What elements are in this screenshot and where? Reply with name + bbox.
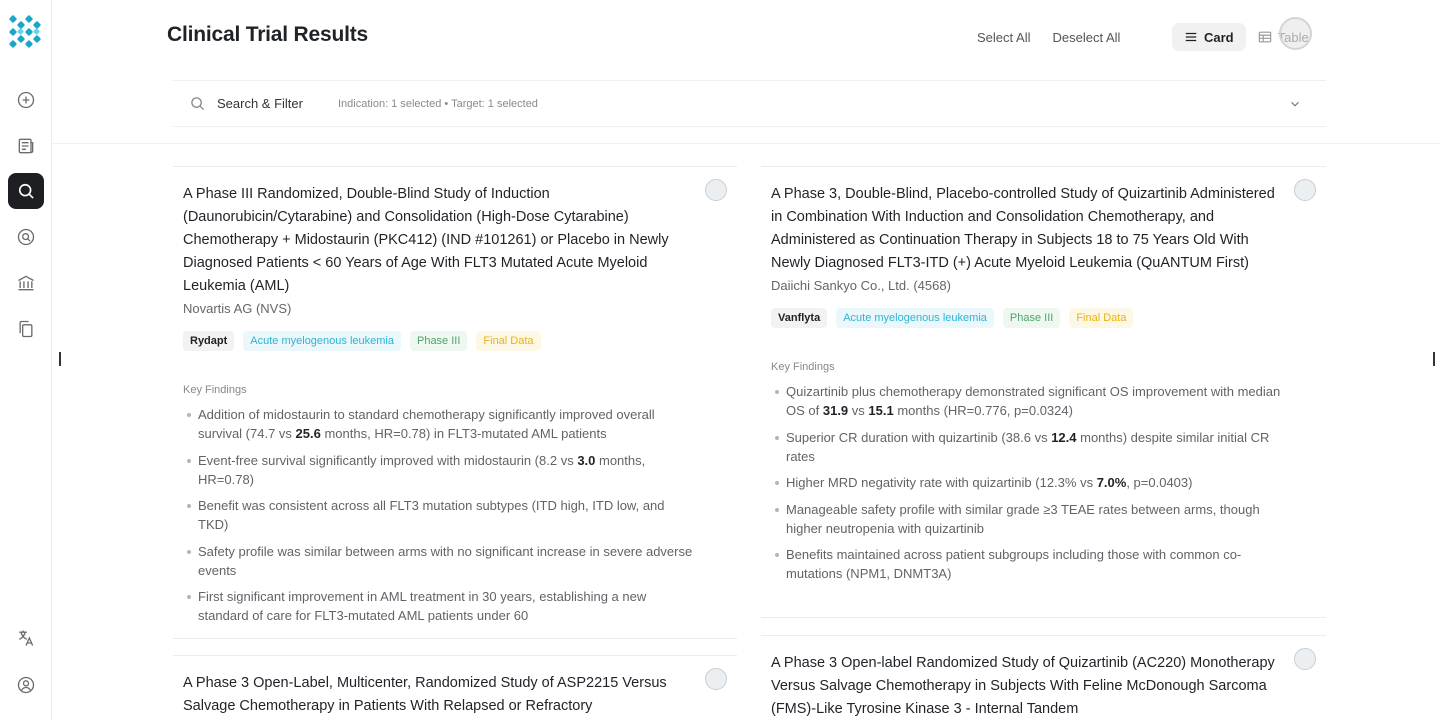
finding-item: Benefit was consistent across all FLT3 m… [183,496,693,534]
sidebar-item-new[interactable] [8,82,44,118]
trial-card[interactable]: A Phase 3 Open-label Randomized Study of… [761,635,1326,720]
trial-card[interactable]: A Phase 3, Double-Blind, Placebo-control… [761,166,1326,618]
key-findings-label: Key Findings [183,384,247,396]
sidebar-item-documents[interactable] [8,311,44,347]
header-divider [52,143,1440,144]
key-findings-label: Key Findings [771,361,835,373]
trial-title[interactable]: A Phase 3 Open-Label, Multicenter, Rando… [183,672,693,718]
trial-title[interactable]: A Phase 3 Open-label Randomized Study of… [771,652,1281,720]
finding-item: Quizartinib plus chemotherapy demonstrat… [771,382,1281,420]
indication-tag: Acute myelogenous leukemia [836,308,994,328]
status-tag: Final Data [1069,308,1134,328]
search-icon [18,183,34,199]
sidebar [0,0,52,720]
phase-tag: Phase III [409,331,468,351]
finding-item: Manageable safety profile with similar g… [771,500,1281,538]
finding-item: Event-free survival significantly improv… [183,451,693,489]
drug-tag: Rydapt [183,331,235,351]
filter-summary: Indication: 1 selected • Target: 1 selec… [337,97,538,110]
trial-title[interactable]: A Phase III Randomized, Double-Blind Stu… [183,183,693,298]
select-checkbox[interactable] [705,668,727,690]
trial-title[interactable]: A Phase 3, Double-Blind, Placebo-control… [771,183,1281,275]
sidebar-item-explore[interactable] [8,219,44,255]
select-all-button[interactable]: Select All [966,23,1041,51]
finding-item: Safety profile was similar between arms … [183,542,693,580]
trial-company: Daiichi Sankyo Co., Ltd. (4568) [771,278,951,293]
sidebar-item-institutions[interactable] [8,265,44,301]
finding-item: First significant improvement in AML tre… [183,587,693,625]
finding-item: Higher MRD negativity rate with quizarti… [771,473,1281,492]
deselect-all-button[interactable]: Deselect All [1041,23,1131,51]
news-icon [18,138,34,154]
search-filter-bar[interactable]: Search & Filter Indication: 1 selected •… [173,80,1326,127]
phase-tag: Phase III [1002,308,1061,328]
left-edge-marker [59,352,61,366]
translate-icon [19,630,34,646]
chevron-down-icon[interactable] [1288,97,1302,111]
user-icon [17,676,35,694]
selection-actions: Select All Deselect All [966,22,1131,52]
app-logo-icon[interactable] [9,14,43,48]
select-checkbox[interactable] [705,179,727,201]
sidebar-item-account[interactable] [8,667,44,703]
finding-item: Addition of midostaurin to standard chem… [183,405,693,443]
key-findings-list: Quizartinib plus chemotherapy demonstrat… [771,382,1281,583]
card-view-label: Card [1204,29,1234,45]
trial-tags: Vanflyta Acute myelogenous leukemia Phas… [771,308,1316,328]
page-title: Clinical Trial Results [167,23,369,46]
drug-tag: Vanflyta [771,308,828,328]
sidebar-item-language[interactable] [8,620,44,656]
trial-tags: Rydapt Acute myelogenous leukemia Phase … [183,331,727,351]
trial-card[interactable]: A Phase III Randomized, Double-Blind Stu… [173,166,737,639]
select-checkbox[interactable] [1294,648,1316,670]
trial-card[interactable]: A Phase 3 Open-Label, Multicenter, Rando… [173,655,737,720]
sidebar-item-news[interactable] [8,128,44,164]
target-search-icon [17,228,35,246]
finding-item: Benefits maintained across patient subgr… [771,545,1281,583]
right-edge-marker [1433,352,1435,366]
finding-item: Superior CR duration with quizartinib (3… [771,428,1281,466]
key-findings-list: Addition of midostaurin to standard chem… [183,405,693,625]
card-view-button[interactable]: Card [1172,23,1246,51]
copy-icon [19,320,33,338]
cursor-indicator [1279,17,1312,50]
select-checkbox[interactable] [1294,179,1316,201]
plus-circle-icon [17,91,35,109]
search-icon [191,97,205,111]
list-icon [1185,32,1197,42]
sidebar-item-search[interactable] [8,173,44,209]
status-tag: Final Data [476,331,541,351]
bank-icon [18,275,34,291]
trial-company: Novartis AG (NVS) [183,301,292,316]
search-filter-label: Search & Filter [217,96,303,111]
table-icon [1258,31,1271,43]
indication-tag: Acute myelogenous leukemia [243,331,401,351]
